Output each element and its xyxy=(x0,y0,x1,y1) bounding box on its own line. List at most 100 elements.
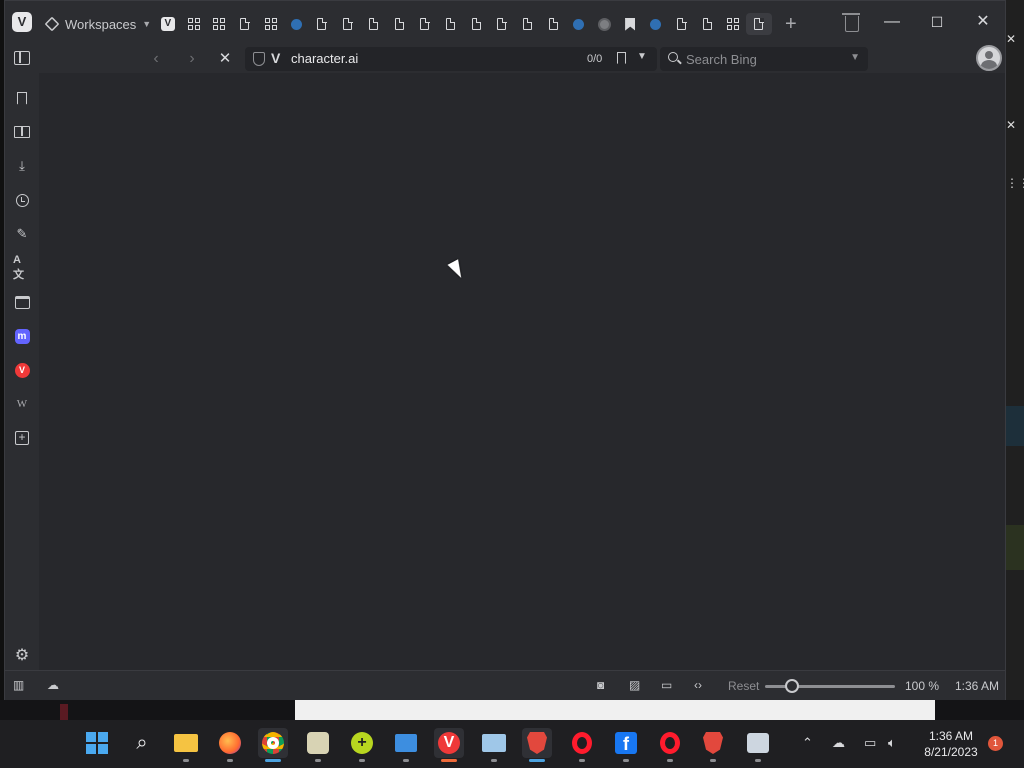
workspaces-button[interactable]: Workspaces ▼ xyxy=(44,14,151,34)
browser-tab[interactable] xyxy=(206,13,232,35)
browser-tab[interactable] xyxy=(232,13,258,35)
image-toggle-icon[interactable]: ▨ xyxy=(629,678,640,692)
search-engine-dropdown-icon[interactable]: ▼ xyxy=(850,52,860,63)
clock-icon xyxy=(15,193,29,207)
zoom-level: 100 % xyxy=(905,679,940,693)
browser-tab[interactable] xyxy=(592,13,618,35)
forward-button[interactable]: › xyxy=(182,49,202,69)
app-button[interactable] xyxy=(743,728,773,762)
back-button[interactable]: ‹ xyxy=(146,49,166,69)
browser-tab[interactable] xyxy=(720,13,746,35)
pencil-icon: ✎ xyxy=(16,226,28,241)
url-field[interactable]: V character.ai 0/0 ▼ xyxy=(245,47,657,71)
wikipedia-panel-button[interactable]: W xyxy=(13,395,31,413)
browser-tab[interactable] xyxy=(694,13,720,35)
capture-icon[interactable]: ◙ xyxy=(597,678,604,692)
panel-toggle-icon[interactable]: ▥ xyxy=(13,678,24,692)
browser-tab[interactable] xyxy=(669,13,695,35)
notes-panel-button[interactable]: ✎ xyxy=(13,225,31,243)
zoom-reset-button[interactable]: Reset xyxy=(728,679,759,693)
reading-list-panel-button[interactable] xyxy=(13,123,31,141)
opera-button[interactable] xyxy=(567,728,597,762)
page-icon xyxy=(240,17,250,30)
browser-tab[interactable] xyxy=(181,13,207,35)
browser-tab[interactable] xyxy=(258,13,284,35)
facebook-button[interactable]: f xyxy=(611,728,641,762)
profile-avatar-icon[interactable] xyxy=(976,45,1002,71)
firefox-button[interactable] xyxy=(215,728,245,762)
maximize-button[interactable]: ☐ xyxy=(924,10,950,34)
search-field[interactable]: Search Bing ▼ xyxy=(660,47,868,71)
chevron-up-icon[interactable]: ⌃ xyxy=(802,735,813,751)
site-favicon-icon xyxy=(650,18,662,30)
browser-tab[interactable]: V xyxy=(155,13,181,35)
calendar-panel-button[interactable] xyxy=(13,293,31,311)
app-button[interactable] xyxy=(303,728,333,762)
panel-toggle-button[interactable] xyxy=(14,51,30,65)
browser-tab[interactable] xyxy=(438,13,464,35)
workspaces-label: Workspaces xyxy=(65,16,137,32)
close-window-button[interactable]: ✕ xyxy=(970,10,996,34)
chrome-button[interactable] xyxy=(258,728,288,762)
opera-gx-button[interactable] xyxy=(655,728,685,762)
page-icon xyxy=(394,17,405,30)
browser-tab[interactable] xyxy=(283,13,309,35)
app-button[interactable]: + xyxy=(347,728,377,762)
active-browser-tab[interactable] xyxy=(745,13,772,35)
browser-tab[interactable] xyxy=(540,13,566,35)
app-icon xyxy=(307,732,329,754)
bookmarks-panel-button[interactable] xyxy=(13,89,31,107)
browser-tab[interactable] xyxy=(309,13,335,35)
vivaldi-taskbar-button[interactable]: V xyxy=(434,728,464,762)
onedrive-cloud-icon[interactable]: ☁ xyxy=(832,735,845,751)
settings-button[interactable]: ⚙ xyxy=(13,646,31,664)
browser-tab[interactable] xyxy=(643,13,669,35)
app-icon xyxy=(395,734,417,752)
network-icon[interactable]: ▭ xyxy=(864,735,876,751)
add-web-panel-button[interactable]: + xyxy=(13,429,31,447)
page-actions-icon[interactable]: ‹› xyxy=(694,678,702,692)
vivaldi-panel-button[interactable]: V xyxy=(13,361,31,379)
browser-tab[interactable] xyxy=(566,13,592,35)
sync-cloud-icon[interactable]: ☁ xyxy=(47,678,59,692)
opera-icon xyxy=(572,732,592,754)
history-panel-button[interactable] xyxy=(13,191,31,209)
browser-tab[interactable] xyxy=(617,13,643,35)
minimize-button[interactable]: — xyxy=(879,10,905,34)
bookmark-page-icon[interactable] xyxy=(617,52,626,64)
file-explorer-button[interactable] xyxy=(171,728,201,762)
app-button[interactable] xyxy=(479,728,509,762)
downloads-panel-button[interactable]: ⤓ xyxy=(13,157,31,175)
chevron-down-icon[interactable]: ▼ xyxy=(637,51,647,62)
browser-tab[interactable] xyxy=(489,13,515,35)
mastodon-panel-button[interactable]: m xyxy=(13,327,31,345)
stop-loading-button[interactable]: ✕ xyxy=(215,49,235,69)
browser-tab[interactable] xyxy=(361,13,387,35)
app-button[interactable] xyxy=(391,728,421,762)
new-tab-button[interactable]: + xyxy=(785,13,797,35)
brave-beta-button[interactable] xyxy=(698,728,728,762)
zoom-slider-handle[interactable] xyxy=(785,679,799,693)
closed-tabs-trash-icon[interactable] xyxy=(842,13,860,32)
translate-panel-button[interactable]: A文 xyxy=(13,254,31,281)
browser-tab[interactable] xyxy=(335,13,361,35)
plus-app-icon: + xyxy=(351,732,373,754)
browser-tab[interactable] xyxy=(463,13,489,35)
page-icon xyxy=(548,17,559,30)
search-placeholder[interactable]: Search Bing xyxy=(686,52,757,67)
volume-icon[interactable]: 🔈︎ xyxy=(888,735,896,751)
notification-badge[interactable]: 1 xyxy=(988,736,1003,751)
url-text[interactable]: character.ai xyxy=(291,51,358,66)
browser-tab[interactable] xyxy=(515,13,541,35)
start-button[interactable] xyxy=(82,728,112,758)
tracker-blocker-icon[interactable] xyxy=(253,52,265,66)
browser-tab[interactable] xyxy=(386,13,412,35)
vivaldi-menu-button[interactable]: V xyxy=(12,12,32,32)
speed-dial-icon xyxy=(264,18,277,30)
page-tiling-icon[interactable]: ▭ xyxy=(661,678,672,692)
browser-tab[interactable] xyxy=(412,13,438,35)
page-content[interactable] xyxy=(39,73,1005,670)
brave-button[interactable] xyxy=(522,728,552,762)
search-button[interactable]: ⌕ xyxy=(127,728,157,758)
taskbar-clock[interactable]: 1:36 AM 8/21/2023 xyxy=(916,728,986,760)
